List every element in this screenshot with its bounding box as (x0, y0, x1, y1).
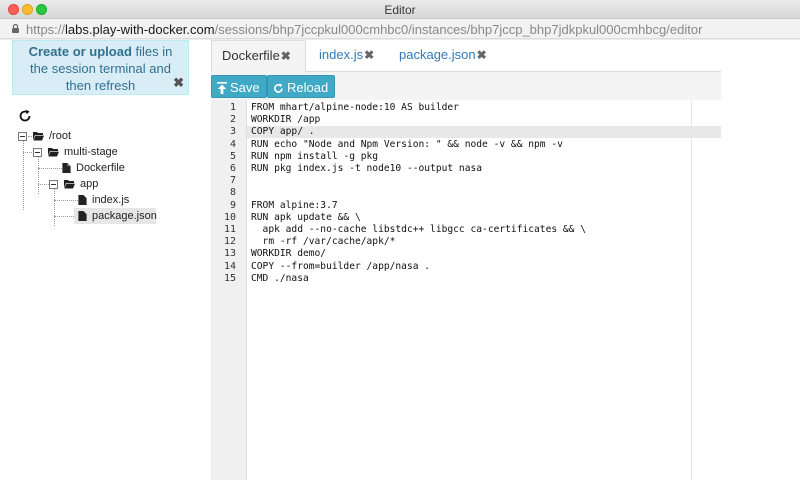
line-number: 3 (229, 126, 236, 138)
code-line[interactable]: RUN npm install -g pkg (251, 151, 378, 163)
tab-package-json[interactable]: package.json✖ (389, 40, 495, 72)
tab-label: Dockerfile (222, 48, 280, 63)
tab-index-js[interactable]: index.js✖ (309, 40, 385, 72)
code-line[interactable]: WORKDIR /app (251, 114, 320, 126)
code-line[interactable]: COPY --from=builder /app/nasa . (251, 261, 430, 273)
url-text[interactable]: https://labs.play-with-docker.com/sessio… (26, 22, 702, 37)
line-number: 6 (229, 163, 236, 174)
tab-close-icon[interactable]: ✖ (364, 48, 374, 62)
tab-label: index.js (319, 47, 364, 62)
tree-label-root: /root (49, 130, 72, 142)
save-button[interactable]: Save (211, 75, 267, 98)
tab-close-icon[interactable]: ✖ (477, 48, 487, 62)
file-icon (78, 195, 87, 205)
tree-label-app: app (80, 178, 99, 190)
folder-open-icon (33, 132, 44, 141)
code-line[interactable]: RUN echo "Node and Npm Version: " && nod… (251, 139, 563, 151)
line-number: 10 (223, 211, 236, 223)
folder-open-icon (64, 180, 75, 189)
lock-icon (12, 24, 19, 33)
reload-icon (274, 83, 283, 93)
code-line[interactable]: RUN pkg index.js -t node10 --output nasa (251, 163, 482, 175)
line-number: 8 (229, 187, 236, 199)
line-number: 4 (229, 138, 236, 150)
print-margin (691, 100, 692, 480)
code-line[interactable]: RUN apk update && \ (251, 212, 361, 224)
right-empty-area (721, 40, 800, 480)
tree-node-package-json[interactable]: package.json (74, 208, 157, 224)
line-number: 2 (229, 114, 236, 126)
code-line[interactable]: FROM mhart/alpine-node:10 AS builder (251, 102, 459, 114)
editor-app: Create or upload files in the session te… (0, 40, 800, 480)
line-number: 1 (229, 102, 236, 113)
line-number: 9 (229, 199, 236, 211)
code-line[interactable]: COPY app/ . (251, 126, 315, 138)
window-titlebar: Editor (0, 0, 800, 19)
collapse-multi-stage-toggle[interactable] (33, 148, 42, 157)
line-number: 11 (223, 224, 236, 235)
collapse-root-toggle[interactable] (18, 132, 27, 141)
collapse-app-toggle[interactable] (49, 180, 58, 189)
tree-label-multi-stage: multi-stage (64, 146, 118, 158)
folder-open-icon (48, 148, 59, 157)
tree-label-package-json: package.json (92, 210, 157, 222)
tab-close-icon[interactable]: ✖ (281, 49, 291, 63)
line-number: 5 (229, 150, 236, 162)
code-editor[interactable]: 1 2 3 4 5 6 7 8 9 10 11 12 13 14 15 FROM mhart/alpine-… (211, 100, 721, 480)
file-tabs: Dockerfile✖ index.js✖ package.json✖ (211, 40, 721, 73)
tab-dockerfile[interactable]: Dockerfile✖ (211, 40, 306, 73)
tree-label-dockerfile: Dockerfile (76, 162, 125, 174)
editor-toolbar: Save Reload (211, 73, 721, 100)
upload-notice: Create or upload files in the session te… (12, 40, 189, 95)
upload-icon (217, 82, 227, 94)
file-icon (62, 163, 71, 173)
line-number: 13 (223, 248, 236, 260)
tree-label-index-js: index.js (92, 194, 130, 206)
tab-label: package.json (399, 47, 476, 62)
code-line[interactable]: WORKDIR demo/ (251, 248, 326, 260)
tree-node-app[interactable]: app (49, 176, 189, 192)
refresh-icon[interactable] (18, 109, 32, 123)
file-icon (78, 211, 87, 221)
tree-node-index-js[interactable]: index.js (78, 192, 178, 208)
tree-node-multi-stage[interactable]: multi-stage (33, 144, 198, 160)
line-number: 12 (223, 236, 236, 248)
code-line[interactable]: CMD ./nasa (251, 273, 309, 285)
tree-node-root[interactable]: /root (18, 128, 198, 144)
address-bar[interactable]: https://labs.play-with-docker.com/sessio… (0, 19, 800, 39)
line-number: 7 (229, 175, 236, 187)
code-line[interactable]: apk add --no-cache libstdc++ libgcc ca-c… (251, 224, 586, 236)
url-scheme: https:// (26, 22, 66, 37)
line-number-gutter: 1 2 3 4 5 6 7 8 9 10 11 12 13 14 15 (211, 100, 247, 480)
notice-bold-text: Create or upload (28, 44, 132, 59)
file-sidebar: Create or upload files in the session te… (0, 40, 211, 480)
save-label: Save (230, 80, 260, 95)
reload-label: Reload (287, 80, 329, 95)
code-line[interactable]: rm -rf /var/cache/apk/* (251, 236, 396, 248)
line-number: 15 (223, 272, 236, 284)
line-number: 14 (223, 260, 236, 272)
notice-close-icon[interactable]: ✖ (173, 74, 184, 91)
editor-panel: Dockerfile✖ index.js✖ package.json✖ Save (211, 40, 721, 480)
code-line[interactable]: FROM alpine:3.7 (251, 200, 338, 212)
tree-node-dockerfile[interactable]: Dockerfile (62, 160, 192, 176)
url-path: /sessions/bhp7jccpkul000cmhbc0/instances… (214, 22, 703, 37)
window-title: Editor (384, 3, 416, 17)
active-line-highlight (247, 126, 721, 139)
reload-button[interactable]: Reload (267, 75, 336, 98)
url-host: labs.play-with-docker.com (65, 22, 215, 37)
